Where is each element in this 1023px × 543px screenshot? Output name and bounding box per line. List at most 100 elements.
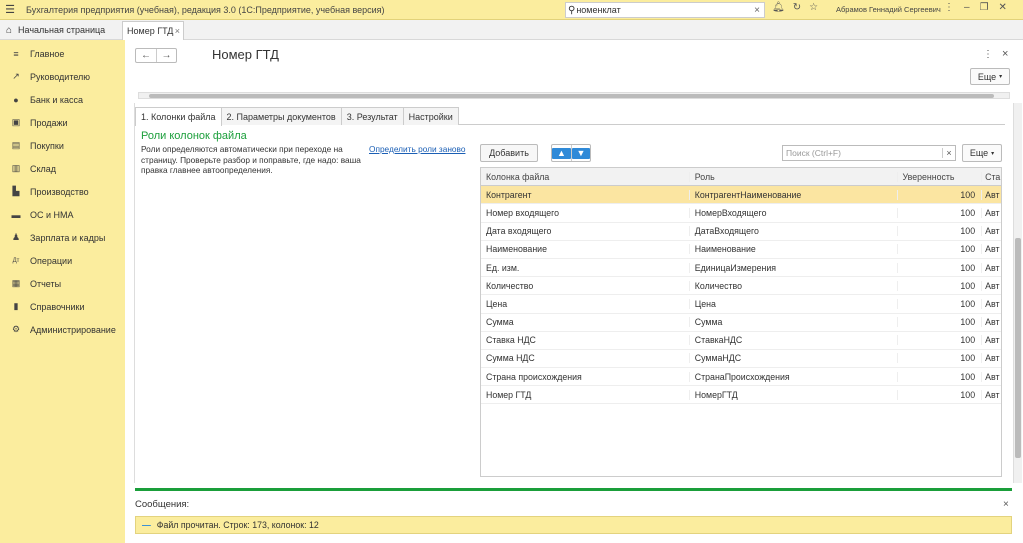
sidebar-item-warehouse[interactable]: ▥ Склад [0, 157, 125, 180]
main-menu-icon[interactable]: ☰ [0, 3, 20, 16]
table-search-placeholder: Поиск (Ctrl+F) [786, 148, 841, 158]
table-row[interactable]: Ед. изм. ЕдиницаИзмерения 100 Авт [481, 259, 1001, 278]
redefine-roles-link[interactable]: Определить роли заново [369, 144, 465, 154]
sidebar-item-manager[interactable]: ↗ Руководителю [0, 65, 125, 88]
header-role[interactable]: Роль [688, 171, 897, 182]
cell-file-column: Количество [486, 280, 534, 291]
cell-file-column: Дата входящего [486, 226, 552, 237]
table-row[interactable]: Страна происхождения СтранаПроисхождения 1… [481, 368, 1001, 387]
cell-confidence: 100 [896, 317, 982, 328]
cell-role: НомерГТД [688, 389, 897, 400]
sidebar-item-purchases[interactable]: ▤ Покупки [0, 134, 125, 157]
cell-confidence: 100 [896, 389, 982, 400]
close-messages-icon[interactable]: × [1003, 499, 1009, 510]
table-row[interactable]: Ставка НДС СтавкаНДС 100 Авт [481, 332, 1001, 350]
arrow-down-icon: ▼ [572, 147, 590, 159]
clear-table-search-icon[interactable]: × [942, 148, 955, 158]
table-row[interactable]: Номер входящего НомерВходящего 100 Авт [481, 204, 1001, 223]
table-row[interactable]: Контрагент КонтрагентНаименование 100 Авт [481, 186, 1001, 205]
table-row[interactable]: Номер ГТД НомерГТД 100 Авт [481, 386, 1001, 405]
sidebar-item-salary[interactable]: ♟ Зарплата и кадры [0, 226, 125, 249]
cell-status: Авт [981, 317, 1001, 328]
tab-document-params[interactable]: 2. Параметры документов [220, 107, 342, 125]
cell-file-column: Номер входящего [486, 207, 560, 218]
sidebar-item-label: Производство [30, 186, 89, 197]
vertical-scrollbar[interactable] [1014, 103, 1022, 483]
open-windows-bar: ⌂ Начальная страница Номер ГТД × [0, 20, 1023, 40]
cell-file-column: Сумма НДС [486, 353, 535, 364]
scroll-thumb[interactable] [1015, 238, 1021, 458]
chevron-down-icon: ▾ [991, 150, 995, 157]
truck-icon: ▬ [11, 209, 21, 220]
table-row[interactable]: Количество Количество 100 Авт [481, 277, 1001, 296]
close-tab-icon[interactable]: × [175, 26, 180, 36]
message-text: Файл прочитан. Строк: 173, колонок: 12 [156, 520, 319, 530]
table-row[interactable]: Сумма НДС СуммаНДС 100 Авт [481, 350, 1001, 369]
tab-settings[interactable]: Настройки [402, 107, 459, 125]
sidebar-item-assets[interactable]: ▬ ОС и НМА [0, 203, 125, 226]
header-confidence[interactable]: Уверенность [896, 171, 982, 182]
move-down-button[interactable]: ▼ [571, 145, 590, 161]
table-more-button[interactable]: Еще ▾ [962, 144, 1002, 162]
more-button[interactable]: Еще ▾ [970, 68, 1010, 85]
cell-confidence: 100 [896, 226, 982, 237]
cell-status: Авт [981, 244, 1001, 255]
sidebar-item-bank[interactable]: ● Банк и касса [0, 88, 125, 111]
back-arrow-icon[interactable]: ← [136, 49, 156, 62]
move-up-button[interactable]: ▲ [552, 145, 571, 161]
sidebar-item-catalogs[interactable]: ▮ Справочники [0, 295, 125, 318]
tab-result[interactable]: 3. Результат [340, 107, 404, 125]
table-search-input[interactable]: Поиск (Ctrl+F) × [782, 145, 956, 161]
messages-title: Сообщения: [135, 499, 190, 510]
restore-icon[interactable]: ❐ [980, 2, 989, 13]
cell-file-column: Страна происхождения [486, 371, 582, 382]
search-icon: ⚲ [568, 4, 576, 16]
warehouse-icon: ▥ [11, 163, 21, 173]
horizontal-scrollbar[interactable] [138, 92, 1010, 99]
minimize-icon[interactable]: – [964, 2, 970, 13]
sidebar-item-main[interactable]: ≡ Главное [0, 42, 125, 65]
close-window-icon[interactable]: ✕ [999, 2, 1007, 13]
tab-home[interactable]: ⌂ Начальная страница [0, 20, 120, 40]
cell-role: Наименование [688, 244, 897, 255]
sidebar-item-admin[interactable]: ⚙ Администрирование [0, 318, 125, 341]
close-form-icon[interactable]: × [1002, 48, 1008, 60]
move-buttons: ▲ ▼ [551, 144, 591, 162]
home-icon: ⌂ [6, 24, 13, 36]
tab-gtd-number[interactable]: Номер ГТД × [122, 21, 184, 40]
report-icon: ▦ [11, 278, 21, 288]
sidebar-item-reports[interactable]: ▦ Отчеты [0, 272, 125, 295]
form-menu-icon[interactable]: ⋮ [983, 49, 993, 60]
gear-icon: ⚙ [11, 324, 21, 334]
tab-file-columns[interactable]: 1. Колонки файла [135, 107, 222, 126]
cell-role: НомерВходящего [688, 207, 897, 218]
settings-menu-icon[interactable]: ⋮ [944, 2, 954, 13]
message-item[interactable]: — Файл прочитан. Строк: 173, колонок: 12 [135, 516, 1012, 534]
header-status[interactable]: Ста [981, 171, 1001, 182]
user-name[interactable]: Абрамов Геннадий Сергеевич [836, 5, 941, 14]
sidebar-item-sales[interactable]: ▣ Продажи [0, 111, 125, 134]
table-row[interactable]: Наименование Наименование 100 Авт [481, 241, 1001, 259]
person-icon: ♟ [11, 232, 21, 242]
bell-icon[interactable]: 🔔︎ [772, 2, 785, 13]
frame-divider [134, 103, 135, 483]
cell-role: Цена [688, 298, 897, 309]
table-row[interactable]: Цена Цена 100 Авт [481, 295, 1001, 314]
forward-arrow-icon[interactable]: → [156, 49, 176, 62]
clear-search-icon[interactable]: × [750, 5, 764, 16]
table-row[interactable]: Сумма Сумма 100 Авт [481, 314, 1001, 332]
add-button[interactable]: Добавить [480, 144, 538, 162]
cell-role: КонтрагентНаименование [688, 189, 897, 200]
chevron-down-icon: ▾ [999, 74, 1003, 80]
roles-description: Роли определяются автоматически при пере… [141, 144, 361, 175]
header-file-column[interactable]: Колонка файла [481, 172, 689, 182]
sidebar-item-operations[interactable]: Дт Операции [0, 249, 125, 272]
star-icon[interactable]: ☆ [809, 2, 818, 13]
sidebar-item-production[interactable]: ▙ Производство [0, 180, 125, 203]
form-area: ← → Номер ГТД ⋮ × Еще ▾ 1. Колонки файла … [125, 40, 1023, 543]
cell-role: Количество [688, 280, 897, 291]
history-icon[interactable]: ↻ [793, 2, 801, 13]
scroll-thumb[interactable] [149, 94, 994, 98]
global-search-input[interactable]: ⚲ номенклат × [565, 2, 765, 18]
table-row[interactable]: Дата входящего ДатаВходящего 100 Авт [481, 223, 1001, 241]
